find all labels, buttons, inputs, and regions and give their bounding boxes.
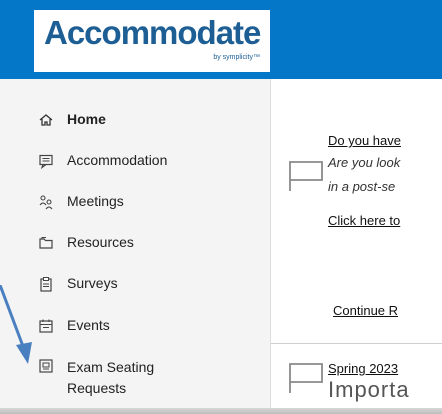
- home-icon: [38, 112, 54, 128]
- flag-icon: [289, 363, 323, 393]
- bottom-edge: [0, 408, 442, 414]
- sidebar-item-label-line1: Exam Seating: [67, 359, 155, 375]
- sidebar-item-label: Exam Seating Requests: [67, 357, 154, 399]
- sidebar-item-label: Resources: [67, 234, 134, 250]
- logo-text: Accommodate: [44, 14, 261, 51]
- main-content: Do you have Are you look in a post-se Cl…: [271, 79, 442, 414]
- folder-icon: [38, 235, 54, 251]
- logo-subtext: by symplicity™: [213, 54, 260, 61]
- announcement-text-line1: Are you look: [328, 155, 401, 170]
- sidebar-item-label-line2: Requests: [67, 380, 127, 396]
- message-icon: [38, 153, 54, 169]
- click-here-link[interactable]: Click here to: [328, 213, 400, 228]
- announcement-title-link[interactable]: Do you have: [328, 133, 401, 148]
- flag-icon: [289, 161, 323, 191]
- continue-reading-link[interactable]: Continue R: [333, 303, 398, 318]
- calendar-icon: [38, 318, 54, 334]
- sidebar-item-label: Events: [67, 317, 110, 333]
- announcement-title-link[interactable]: Spring 2023: [328, 361, 398, 376]
- announcement-headline: Importa: [328, 377, 410, 402]
- sidebar-item-meetings[interactable]: Meetings: [38, 193, 124, 210]
- sidebar-item-home[interactable]: Home: [38, 111, 106, 128]
- sidebar-item-events[interactable]: Events: [38, 317, 110, 334]
- people-icon: [38, 194, 54, 210]
- annotation-arrow: [0, 285, 32, 364]
- clipboard-icon: [38, 276, 54, 292]
- exam-seat-icon: [38, 358, 54, 374]
- sidebar-item-label: Meetings: [67, 193, 124, 209]
- sidebar-item-label: Home: [67, 111, 106, 127]
- sidebar-item-surveys[interactable]: Surveys: [38, 275, 118, 292]
- sidebar-nav: Home Accommodation Meetings Resources Su…: [0, 79, 271, 414]
- sidebar-item-label: Surveys: [67, 275, 118, 291]
- sidebar-item-label: Accommodation: [67, 152, 168, 168]
- announcement-text-line2: in a post-se: [328, 179, 396, 194]
- sidebar-item-resources[interactable]: Resources: [38, 234, 134, 251]
- sidebar-item-accommodation[interactable]: Accommodation: [38, 152, 167, 169]
- sidebar-item-exam-seating-requests[interactable]: Exam Seating Requests: [38, 357, 154, 399]
- top-header-bar: Accommodate by symplicity™: [0, 0, 442, 79]
- accommodate-logo[interactable]: Accommodate by symplicity™: [34, 10, 270, 72]
- content-divider: [271, 343, 442, 344]
